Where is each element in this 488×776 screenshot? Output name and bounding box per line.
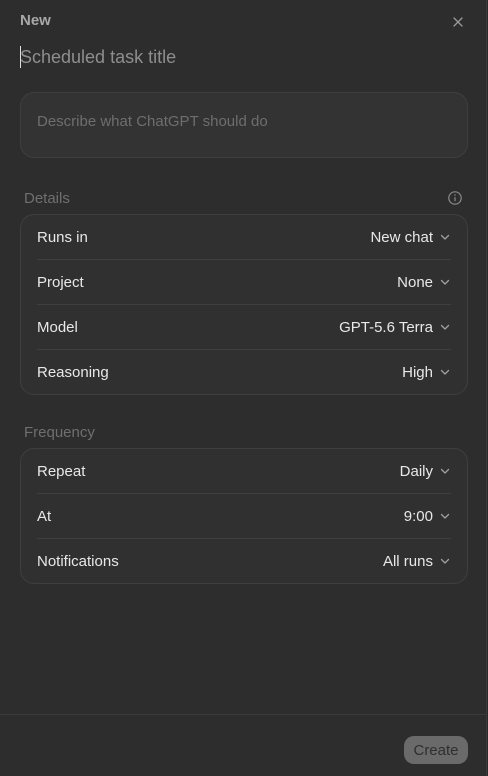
row-label: Notifications [37, 552, 119, 570]
details-group: Runs in New chat Project None Model GPT-… [20, 214, 468, 395]
details-row-runs-in[interactable]: Runs in New chat [37, 215, 451, 260]
chevron-down-icon [440, 558, 450, 564]
row-value: High [402, 363, 433, 381]
dialog-title: New [20, 12, 51, 29]
info-icon [448, 191, 462, 205]
project-dropdown[interactable]: None [397, 274, 451, 291]
row-value: New chat [370, 228, 433, 246]
repeat-dropdown[interactable]: Daily [400, 463, 451, 480]
runs-in-dropdown[interactable]: New chat [370, 229, 451, 246]
frequency-row-repeat[interactable]: Repeat Daily [37, 449, 451, 494]
row-label: Model [37, 318, 78, 336]
close-button[interactable] [449, 13, 467, 31]
reasoning-dropdown[interactable]: High [402, 364, 451, 381]
notifications-dropdown[interactable]: All runs [383, 553, 451, 570]
frequency-row-at[interactable]: At 9:00 [37, 494, 451, 539]
chevron-down-icon [440, 513, 450, 519]
row-label: Reasoning [37, 363, 109, 381]
task-description-input[interactable] [37, 113, 447, 130]
chevron-down-icon [440, 234, 450, 240]
row-label: Project [37, 273, 84, 291]
row-value: 9:00 [403, 507, 433, 525]
task-title-input[interactable] [20, 44, 460, 70]
time-dropdown[interactable]: 9:00 [404, 508, 451, 525]
details-row-model[interactable]: Model GPT-5.6 Terra [37, 305, 451, 350]
details-row-project[interactable]: Project None [37, 260, 451, 305]
frequency-section-label: Frequency [24, 424, 95, 441]
frequency-group: Repeat Daily At 9:00 Notifications All r… [20, 448, 468, 584]
model-dropdown[interactable]: GPT-5.6 Terra [339, 319, 451, 336]
details-row-reasoning[interactable]: Reasoning High [37, 350, 451, 394]
details-section-label: Details [24, 190, 70, 207]
frequency-row-notifications[interactable]: Notifications All runs [37, 539, 451, 583]
dialog-footer: Create [0, 714, 487, 776]
chevron-down-icon [440, 324, 450, 330]
close-icon [453, 17, 463, 27]
row-label: Runs in [37, 228, 88, 246]
chevron-down-icon [440, 279, 450, 285]
row-value: All runs [382, 552, 433, 570]
row-value: None [397, 273, 433, 291]
details-info-button[interactable] [447, 190, 463, 206]
chevron-down-icon [440, 468, 450, 474]
row-value: Daily [399, 462, 433, 480]
row-label: Repeat [37, 462, 86, 480]
chevron-down-icon [440, 369, 450, 375]
row-label: At [37, 507, 52, 525]
row-value: GPT-5.6 Terra [339, 318, 433, 336]
create-button[interactable]: Create [404, 736, 468, 764]
scheduled-task-dialog: New Details Runs in New chat Project Non [0, 0, 487, 776]
text-caret [20, 46, 21, 68]
task-description-box[interactable] [20, 92, 468, 158]
